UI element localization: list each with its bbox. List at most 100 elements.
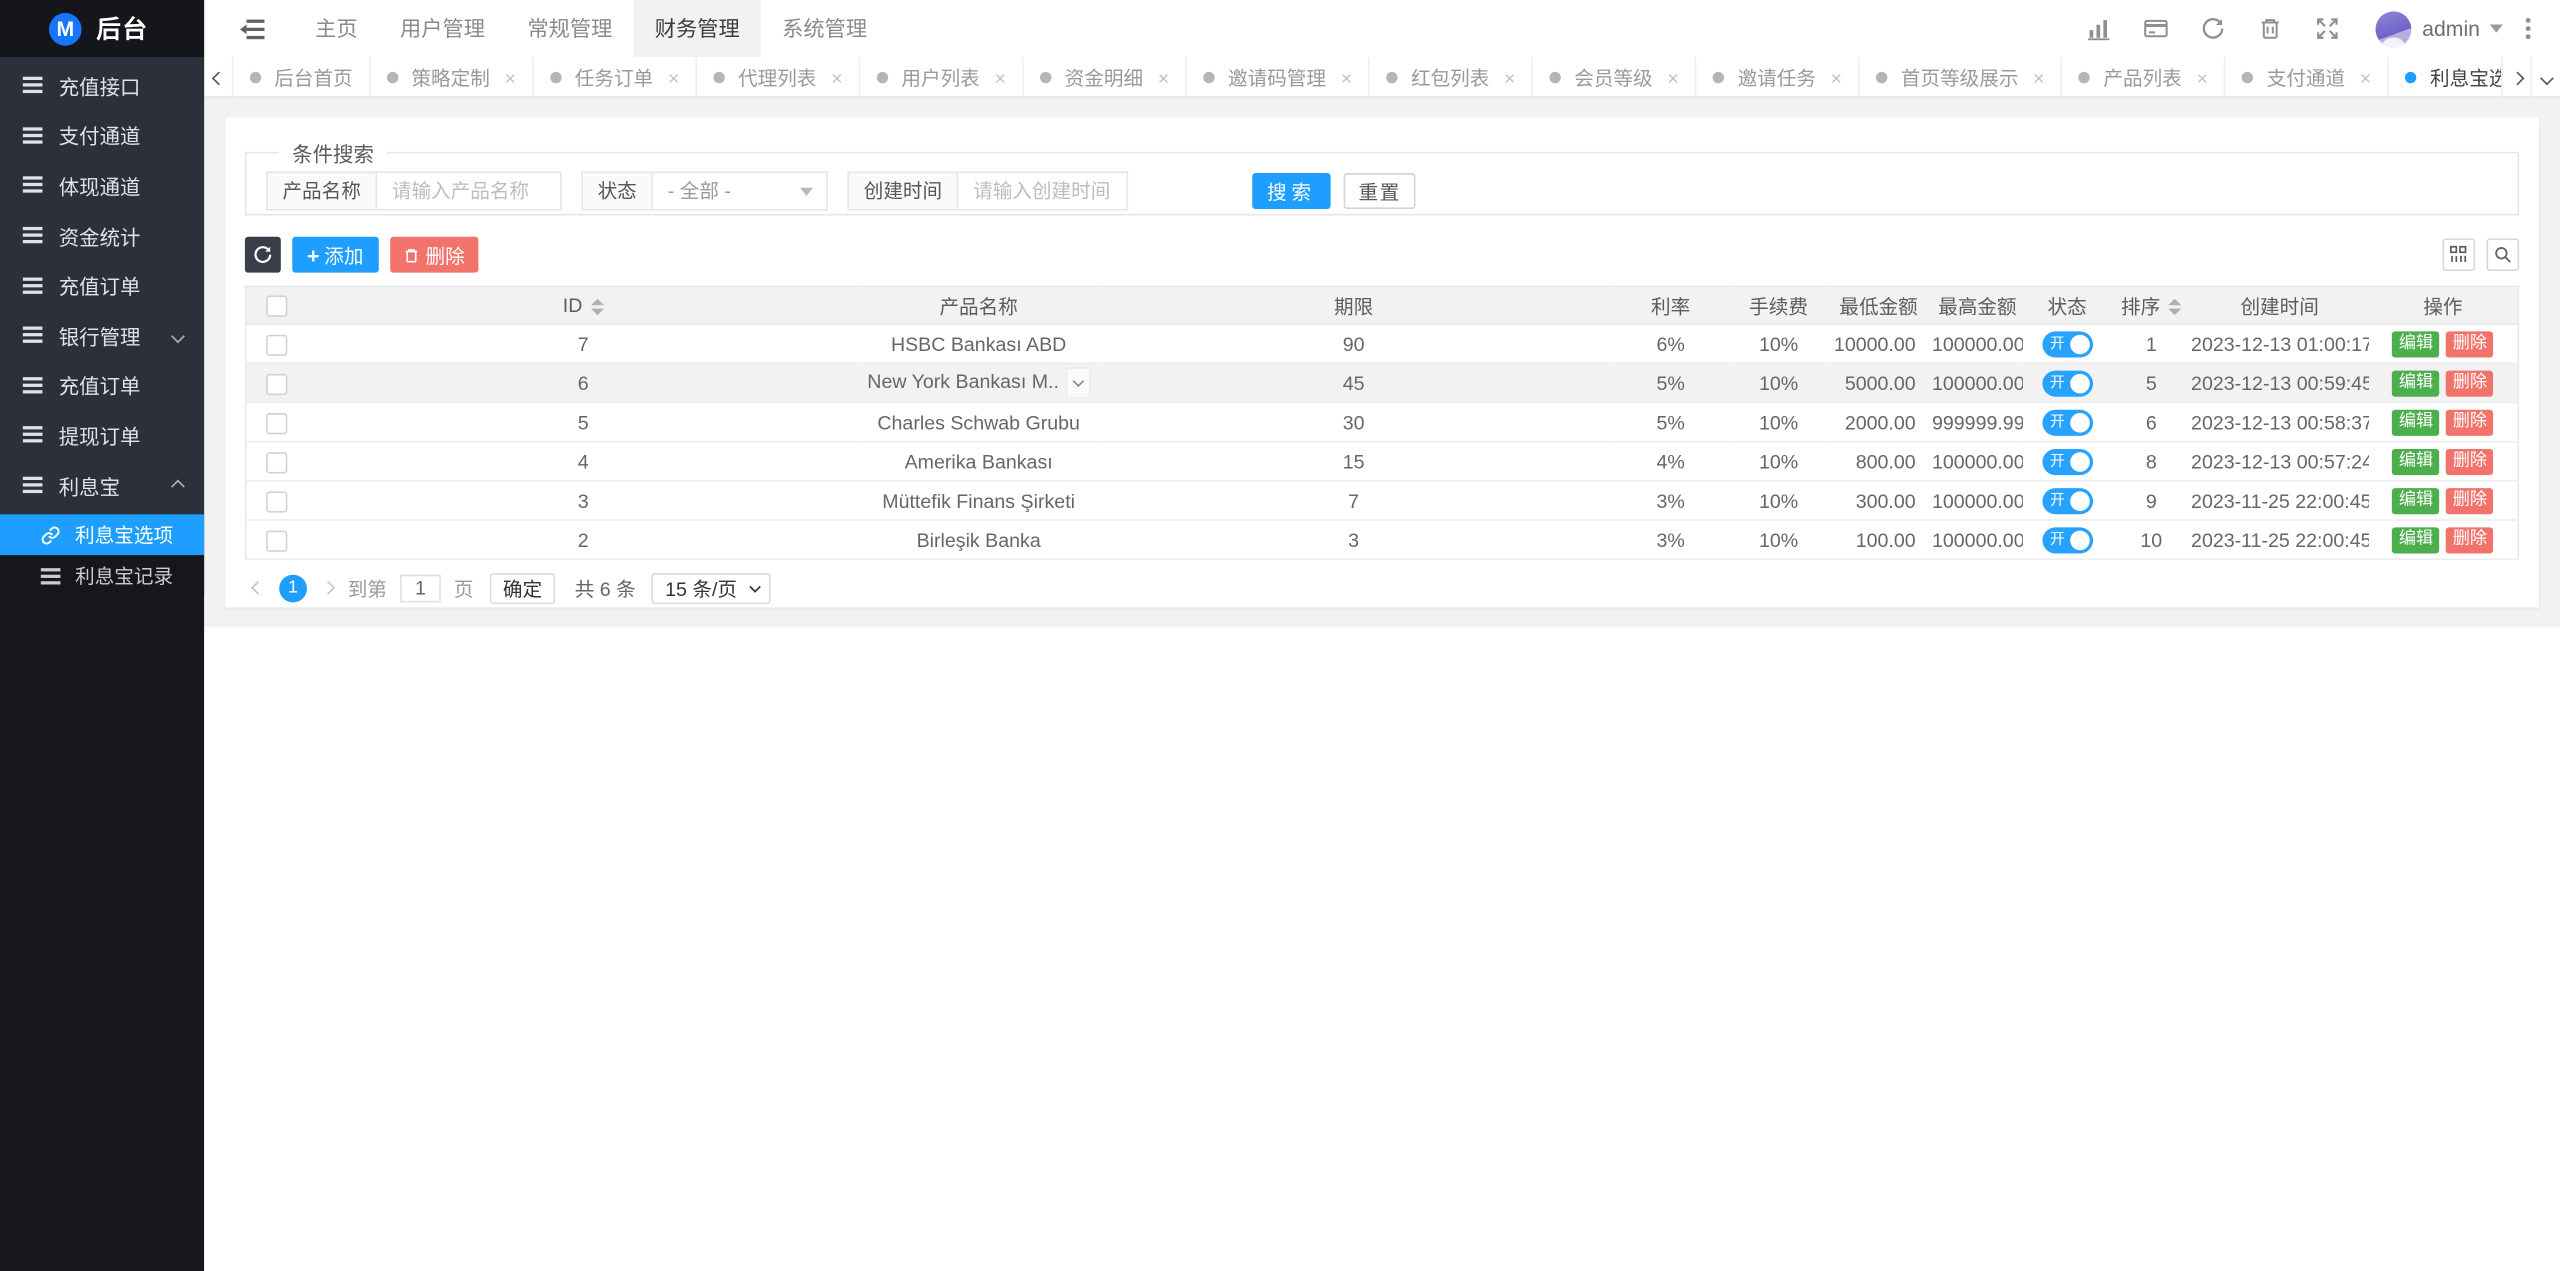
delete-row-button[interactable]: 删除 [2446,331,2493,357]
tab-strategy[interactable]: 策略定制× [371,57,534,96]
sidebar-item-recharge-orders-2[interactable]: 充值订单 [0,360,204,410]
tab-task-orders[interactable]: 任务订单× [534,57,697,96]
close-icon[interactable]: × [1504,68,1515,88]
close-icon[interactable]: × [1341,68,1352,88]
close-icon[interactable]: × [1158,68,1169,88]
sidebar-item-recharge-orders[interactable]: 充值订单 [0,260,204,310]
status-toggle[interactable]: 开 [2042,331,2093,357]
nav-general-management[interactable]: 常规管理 [506,0,633,57]
nav-system-management[interactable]: 系统管理 [761,0,888,57]
add-button[interactable]: +添加 [292,237,378,273]
col-id[interactable]: ID [307,287,859,325]
sidebar-item-recharge-api[interactable]: 充值接口 [0,60,204,110]
tab-agent-list[interactable]: 代理列表× [697,57,860,96]
delete-row-button[interactable]: 删除 [2446,370,2493,396]
close-icon[interactable]: × [2360,68,2371,88]
sidebar-item-pay-channel[interactable]: 支付通道 [0,110,204,160]
row-checkbox[interactable] [266,373,287,394]
nav-home[interactable]: 主页 [294,0,379,57]
sidebar-item-fund-stats[interactable]: 资金统计 [0,210,204,260]
edit-button[interactable]: 编辑 [2392,448,2439,474]
current-page-button[interactable]: 1 [279,574,307,602]
tabs-scroll-right-icon[interactable] [2501,57,2530,98]
row-checkbox[interactable] [266,334,287,355]
username[interactable]: admin [2422,16,2480,40]
delete-row-button[interactable]: 删除 [2446,488,2493,514]
close-icon[interactable]: × [2196,68,2207,88]
jump-confirm-button[interactable]: 确定 [490,572,555,603]
tab-lixibao-options[interactable]: 利息宝选项× [2389,57,2501,96]
brand-logo[interactable]: M 后台 [0,0,204,57]
delete-row-button[interactable]: 删除 [2446,409,2493,435]
close-icon[interactable]: × [668,68,679,88]
collapse-sidebar-icon[interactable] [240,19,264,39]
sidebar-item-bank-management[interactable]: 银行管理 [0,310,204,360]
tab-invite-codes[interactable]: 邀请码管理× [1187,57,1370,96]
row-checkbox[interactable] [266,452,287,473]
delete-row-button[interactable]: 删除 [2446,527,2493,553]
created-time-input[interactable] [958,171,1128,210]
close-icon[interactable]: × [2033,68,2044,88]
sidebar-item-withdraw-orders[interactable]: 提现订单 [0,410,204,460]
status-toggle[interactable]: 开 [2042,409,2093,435]
status-toggle[interactable]: 开 [2042,448,2093,474]
fullscreen-icon[interactable] [2314,16,2338,40]
refresh-button[interactable] [245,237,281,273]
close-icon[interactable]: × [1667,68,1678,88]
sidebar-subitem-lixibao-options[interactable]: 利息宝选项 [0,515,204,556]
sidebar-item-withdraw-channel[interactable]: 体现通道 [0,160,204,210]
sort-icon[interactable] [591,298,604,314]
nav-finance-management[interactable]: 财务管理 [634,0,761,57]
chevron-down-icon[interactable] [2490,24,2503,32]
toggle-columns-icon[interactable] [2442,238,2475,271]
status-select[interactable]: - 全部 - [653,171,828,210]
close-icon[interactable]: × [505,68,516,88]
tab-home-level-display[interactable]: 首页等级展示× [1860,57,2063,96]
refresh-icon[interactable] [2200,16,2224,40]
status-toggle[interactable]: 开 [2042,487,2093,513]
tab-home[interactable]: 后台首页 [233,57,370,96]
tabs-scroll-left-icon[interactable] [204,57,233,98]
tab-fund-details[interactable]: 资金明细× [1024,57,1187,96]
user-avatar[interactable] [2375,11,2411,47]
status-toggle[interactable]: 开 [2042,370,2093,396]
tabs-menu-icon[interactable] [2531,57,2560,98]
edit-button[interactable]: 编辑 [2392,409,2439,435]
edit-button[interactable]: 编辑 [2392,527,2439,553]
tab-user-list[interactable]: 用户列表× [861,57,1024,96]
page-size-select[interactable]: 15 条/页 [652,572,771,603]
edit-button[interactable]: 编辑 [2392,331,2439,357]
sort-icon[interactable] [2168,299,2181,315]
close-icon[interactable]: × [1831,68,1842,88]
tab-redpacket-list[interactable]: 红包列表× [1370,57,1533,96]
tab-member-level[interactable]: 会员等级× [1533,57,1696,96]
chart-icon[interactable] [2086,16,2110,40]
card-panel-icon[interactable] [2143,16,2167,40]
nav-user-management[interactable]: 用户管理 [379,0,506,57]
edit-button[interactable]: 编辑 [2392,370,2439,396]
status-toggle[interactable]: 开 [2042,527,2093,553]
next-page-icon[interactable] [323,583,333,593]
jump-page-input[interactable] [400,574,441,602]
prev-page-icon[interactable] [253,583,263,593]
col-sort[interactable]: 排序 [2112,287,2192,325]
more-menu-icon[interactable] [2526,26,2531,31]
tab-pay-channel[interactable]: 支付通道× [2226,57,2389,96]
trash-icon[interactable] [2257,16,2281,40]
row-checkbox[interactable] [266,530,287,551]
sidebar-subitem-lixibao-records[interactable]: 利息宝记录 [0,556,204,597]
sidebar-item-lixibao[interactable]: 利息宝 [0,460,204,510]
delete-button[interactable]: 删除 [390,237,478,273]
close-icon[interactable]: × [994,68,1005,88]
row-checkbox[interactable] [266,412,287,433]
search-button[interactable]: 搜索 [1252,173,1330,209]
select-all-checkbox[interactable] [266,296,287,317]
product-name-input[interactable] [377,171,561,210]
close-icon[interactable]: × [831,68,842,88]
search-table-icon[interactable] [2487,238,2520,271]
row-checkbox[interactable] [266,491,287,512]
edit-button[interactable]: 编辑 [2392,488,2439,514]
delete-row-button[interactable]: 删除 [2446,448,2493,474]
tab-product-list[interactable]: 产品列表× [2063,57,2226,96]
reset-button[interactable]: 重置 [1344,173,1416,209]
